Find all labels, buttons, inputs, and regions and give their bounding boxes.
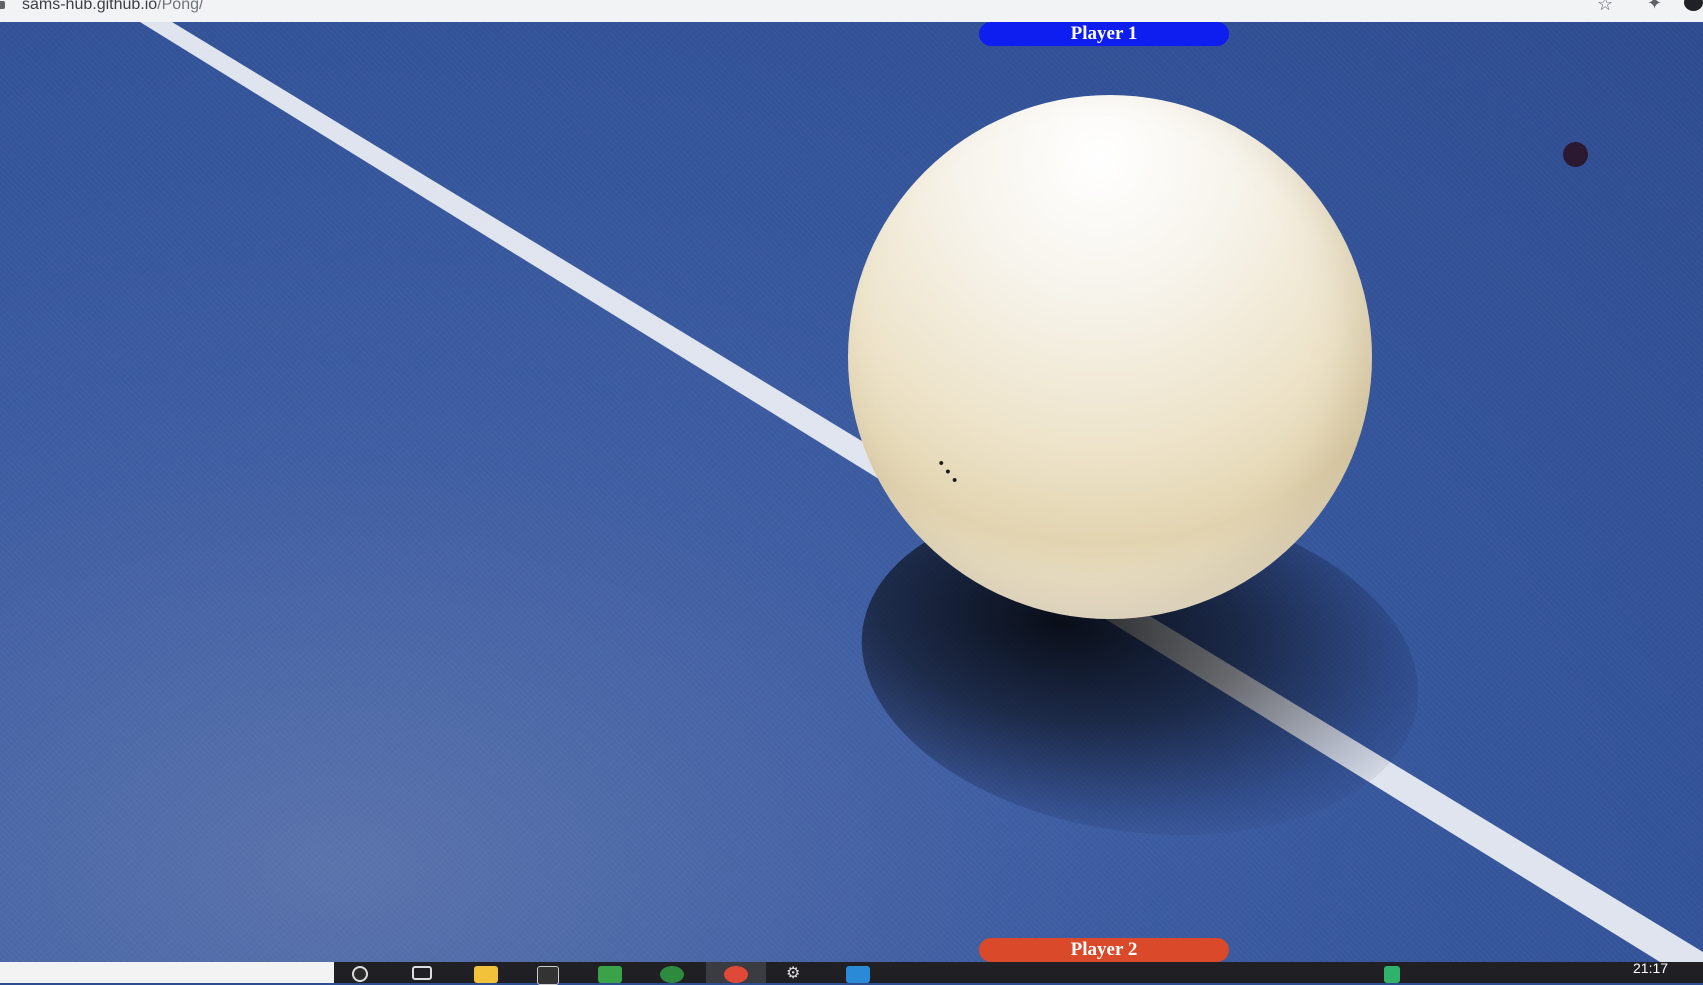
pong-game-area[interactable]: • • • Player 1 Player 2 — [0, 22, 1703, 962]
bookmark-star-icon[interactable]: ☆ — [1597, 0, 1613, 15]
epic-games-icon[interactable] — [537, 966, 559, 985]
player2-paddle[interactable]: Player 2 — [979, 938, 1229, 962]
chrome-alt-icon[interactable] — [660, 966, 684, 983]
vscode-icon[interactable] — [846, 966, 870, 983]
taskbar-clock[interactable]: 21:17 — [1633, 960, 1668, 976]
settings-icon[interactable]: ⚙ — [786, 963, 810, 982]
windows-taskbar: ⚙ 21:17 — [0, 960, 1703, 985]
file-explorer-icon[interactable] — [474, 966, 498, 983]
table-center-line — [140, 22, 1703, 962]
taskbar-search-box[interactable] — [0, 962, 334, 983]
url-host: sams-hub.github.io — [22, 0, 158, 13]
player1-paddle[interactable]: Player 1 — [979, 22, 1229, 46]
extensions-icon[interactable]: ✦ — [1647, 0, 1662, 14]
url-text[interactable]: sams-hub.github.io/Pong/ — [22, 0, 203, 14]
browser-address-bar[interactable]: sams-hub.github.io/Pong/ ☆ ✦ — [0, 0, 1703, 23]
profile-avatar-icon[interactable] — [1684, 0, 1703, 11]
search-icon[interactable] — [352, 966, 368, 982]
chrome-icon[interactable] — [724, 966, 748, 983]
task-view-icon[interactable] — [412, 966, 432, 980]
lock-icon[interactable] — [0, 1, 5, 9]
app-icon[interactable] — [598, 966, 622, 983]
url-path: /Pong/ — [157, 0, 204, 13]
tray-app-icon[interactable] — [1384, 966, 1400, 983]
pong-ball — [1563, 142, 1588, 167]
